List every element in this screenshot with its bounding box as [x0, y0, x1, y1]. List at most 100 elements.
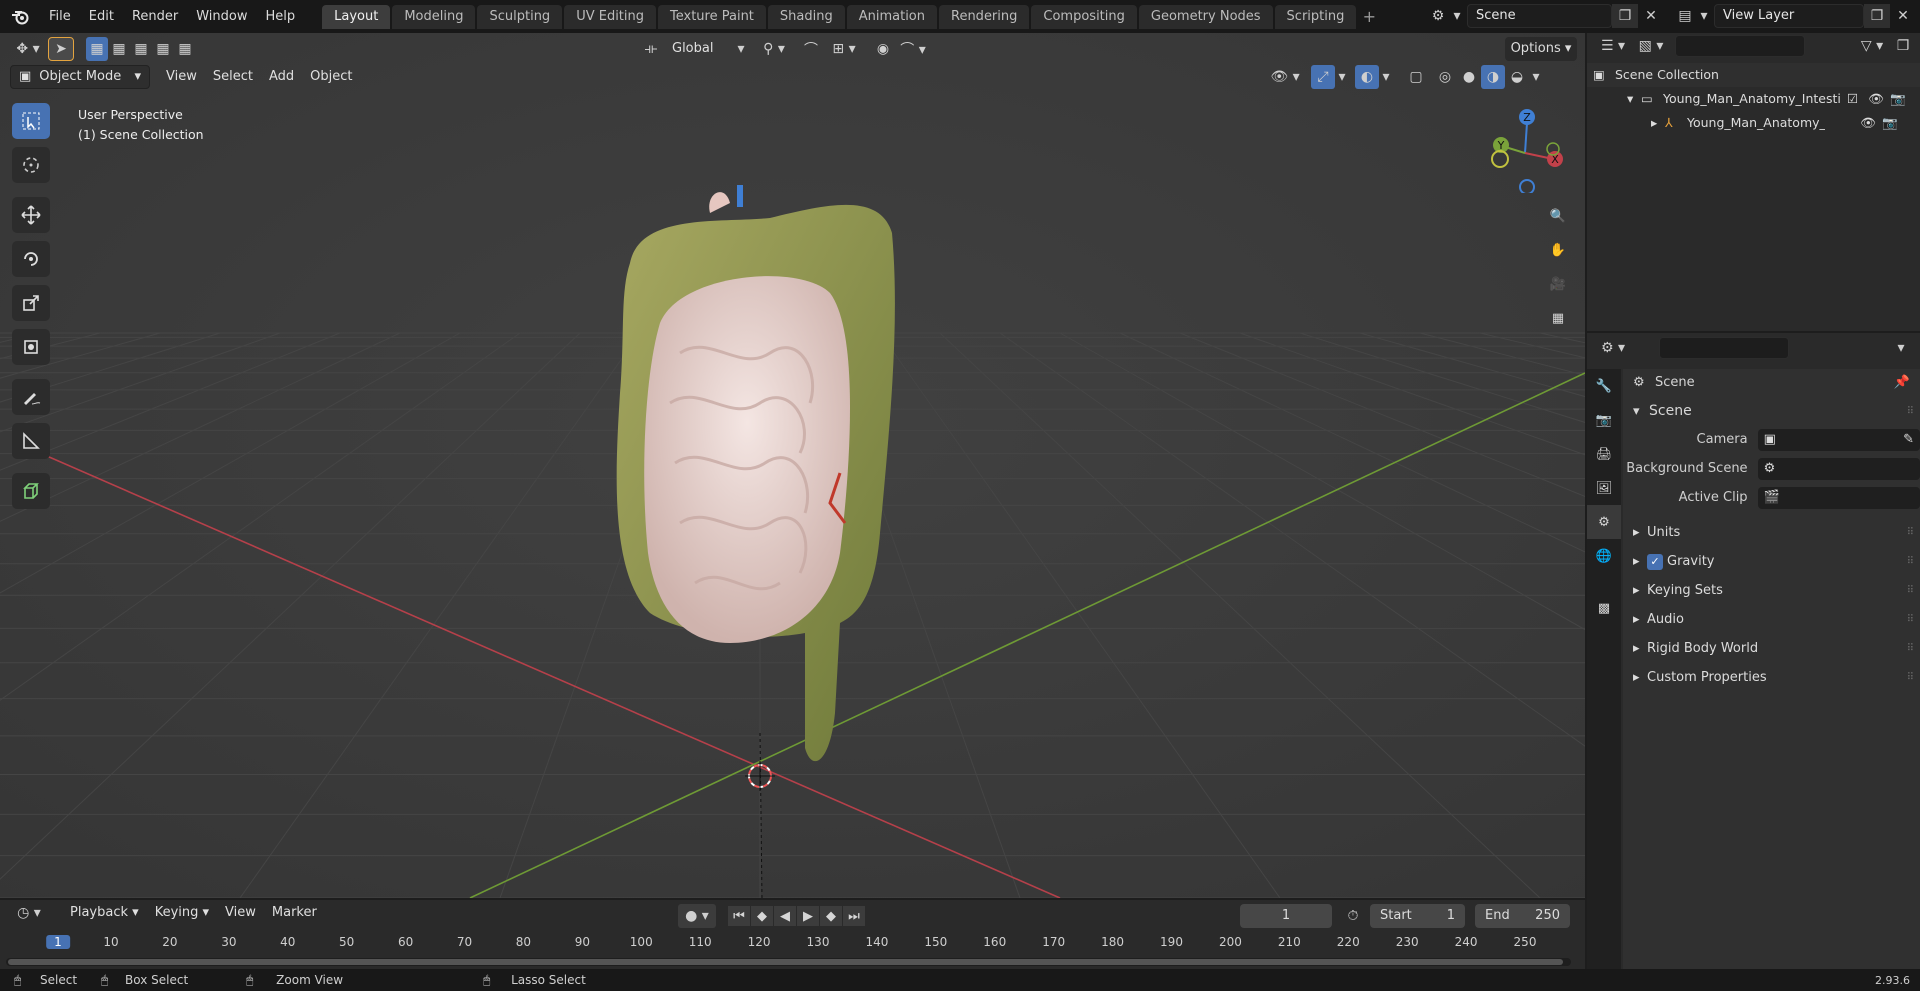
tab-layout[interactable]: Layout [322, 5, 391, 29]
tab-rendering[interactable]: Rendering [939, 5, 1030, 29]
view-layer-icon[interactable]: ▤ [1672, 4, 1698, 28]
menu-object[interactable]: Object [302, 65, 360, 89]
tab-geometry-nodes[interactable]: Geometry Nodes [1138, 5, 1273, 29]
snap-icon[interactable]: ⌒ [798, 37, 824, 61]
add-cube-tool-icon[interactable] [12, 473, 50, 509]
xray-toggle-icon[interactable]: ▢ [1403, 65, 1429, 89]
menu-file[interactable]: File [40, 0, 80, 33]
start-frame-field[interactable]: Start 1 [1370, 904, 1465, 928]
options-dropdown[interactable]: Options ▾ [1505, 37, 1577, 61]
timeline-editor-icon[interactable]: ◷ ▾ [10, 901, 48, 925]
chevron-down-icon[interactable]: ▾ [1335, 65, 1349, 89]
menu-keying[interactable]: Keying ▾ [147, 901, 217, 925]
pivot-point-icon[interactable]: ⚲ ▾ [754, 37, 794, 61]
zoom-icon[interactable]: 🔍 [1543, 201, 1573, 231]
tab-compositing[interactable]: Compositing [1031, 5, 1137, 29]
editor-type-icon[interactable]: ☰ ▾ [1593, 34, 1633, 58]
close-icon[interactable]: ✕ [1638, 4, 1664, 28]
current-frame-field[interactable]: 1 [1240, 904, 1332, 928]
menu-marker[interactable]: Marker [264, 901, 325, 925]
blender-logo-icon[interactable] [0, 0, 40, 33]
tab-uv-editing[interactable]: UV Editing [564, 5, 657, 29]
texture-tab-icon[interactable]: ▩ [1587, 591, 1621, 625]
transform-orientation-dropdown[interactable]: Global [664, 37, 734, 61]
add-workspace-icon[interactable]: + [1358, 7, 1380, 29]
view-layer-field[interactable]: View Layer [1714, 4, 1864, 28]
transform-tool-icon[interactable] [12, 329, 50, 365]
eye-icon[interactable]: 👁 [1857, 111, 1879, 135]
camera-view-icon[interactable]: 🎥 [1543, 269, 1573, 299]
tool-tab-icon[interactable]: 🔧 [1587, 369, 1621, 403]
editor-type-icon[interactable]: ⚙ ▾ [1593, 336, 1633, 360]
perspective-toggle-icon[interactable]: ▦ [1543, 303, 1573, 333]
output-tab-icon[interactable]: 🖨 [1587, 437, 1621, 471]
chevron-down-icon[interactable]: ▾ [1888, 336, 1914, 360]
eye-icon[interactable]: 👁 [1865, 87, 1887, 111]
drag-handle-icon[interactable]: ⠿ [1907, 663, 1914, 692]
prev-keyframe-icon[interactable]: ◆ [751, 906, 773, 926]
drag-handle-icon[interactable]: ⠿ [1907, 576, 1914, 605]
menu-view[interactable]: View [217, 901, 264, 925]
display-mode-icon[interactable]: ▧ ▾ [1633, 34, 1669, 58]
chevron-down-icon[interactable]: ▾ [1529, 65, 1543, 89]
rigid-body-world-section[interactable]: ▸ Rigid Body World ⠿ [1623, 634, 1920, 663]
next-keyframe-icon[interactable]: ◆ [820, 906, 842, 926]
cursor-tool-icon[interactable] [12, 147, 50, 183]
properties-search-input[interactable] [1659, 337, 1789, 359]
select-extend-icon[interactable]: ▦ [108, 37, 130, 61]
camera-render-icon[interactable]: 📷 [1879, 111, 1901, 135]
select-box-tool-icon[interactable] [12, 103, 50, 139]
mode-dropdown[interactable]: ▣ Object Mode ▾ [10, 65, 150, 89]
visibility-icon[interactable]: 👁 ▾ [1265, 65, 1305, 89]
tab-scripting[interactable]: Scripting [1274, 5, 1357, 29]
drag-handle-icon[interactable]: ⠿ [1907, 605, 1914, 634]
audio-section[interactable]: ▸ Audio ⠿ [1623, 605, 1920, 634]
gizmo-toggle-icon[interactable]: ⤢ [1311, 65, 1335, 89]
timeline-scrollbar[interactable] [6, 958, 1571, 966]
menu-view[interactable]: View [158, 65, 205, 89]
select-subtract-icon[interactable]: ▦ [130, 37, 152, 61]
proportional-edit-icon[interactable]: ◉ [870, 37, 896, 61]
scene-tab-icon[interactable]: ⚙ [1587, 505, 1621, 539]
drag-handle-icon[interactable]: ⠿ [1907, 406, 1914, 417]
scale-tool-icon[interactable] [12, 285, 50, 321]
material-preview-icon[interactable]: ◑ [1481, 65, 1505, 89]
drag-handle-icon[interactable]: ⠿ [1907, 547, 1914, 576]
play-icon[interactable]: ▶ [797, 906, 819, 926]
expand-arrow-icon[interactable]: ▸ [1651, 111, 1665, 135]
rendered-shading-icon[interactable]: ◒ [1505, 65, 1529, 89]
outliner-row-scene-collection[interactable]: ▣ Scene Collection [1587, 63, 1920, 87]
keying-sets-section[interactable]: ▸ Keying Sets ⠿ [1623, 576, 1920, 605]
select-new-icon[interactable]: ▦ [86, 37, 108, 61]
scene-section-header[interactable]: ▾ Scene ⠿ [1623, 397, 1920, 425]
menu-edit[interactable]: Edit [80, 0, 123, 33]
editor-type-icon[interactable]: ✥ ▾ [8, 37, 48, 61]
expand-arrow-icon[interactable]: ▾ [1627, 87, 1641, 111]
eyedropper-icon[interactable]: ✎ [1903, 425, 1914, 454]
solid-shading-icon[interactable]: ● [1457, 65, 1481, 89]
scene-type-icon[interactable]: ⚙ [1425, 4, 1451, 28]
tab-shading[interactable]: Shading [767, 5, 845, 29]
close-icon[interactable]: ✕ [1890, 4, 1916, 28]
end-frame-field[interactable]: End 250 [1475, 904, 1570, 928]
drag-handle-icon[interactable]: ⠿ [1907, 634, 1914, 663]
gravity-section[interactable]: ▸ ✓ Gravity ⠿ [1623, 547, 1920, 576]
filter-icon[interactable]: ▽ ▾ [1852, 34, 1892, 58]
pan-hand-icon[interactable]: ✋ [1543, 235, 1573, 265]
units-section[interactable]: ▸ Units ⠿ [1623, 518, 1920, 547]
world-tab-icon[interactable]: 🌐 [1587, 539, 1621, 573]
jump-end-icon[interactable]: ⏭ [843, 906, 865, 926]
scrollbar-thumb[interactable] [8, 959, 1563, 965]
tab-sculpting[interactable]: Sculpting [477, 5, 563, 29]
menu-select[interactable]: Select [205, 65, 261, 89]
move-tool-icon[interactable] [12, 197, 50, 233]
scene-field[interactable]: Scene [1467, 4, 1612, 28]
new-view-layer-icon[interactable]: ❐ [1864, 4, 1890, 28]
menu-render[interactable]: Render [123, 0, 187, 33]
chevron-down-icon[interactable]: ▾ [1379, 65, 1393, 89]
select-tool-icon[interactable]: ➤ [48, 37, 74, 61]
outliner-row-object[interactable]: ▸ ⅄ Young_Man_Anatomy_Intestine 👁 📷 [1587, 111, 1920, 135]
tab-animation[interactable]: Animation [846, 5, 937, 29]
3d-viewport[interactable]: ✥ ▾ ➤ ▦ ▦ ▦ ▦ ▦ ⟛ Global ▾ ⚲ ▾ ⌒ ⊞ ▾ ◉ ⌒… [0, 33, 1585, 898]
new-scene-icon[interactable]: ❐ [1612, 4, 1638, 28]
